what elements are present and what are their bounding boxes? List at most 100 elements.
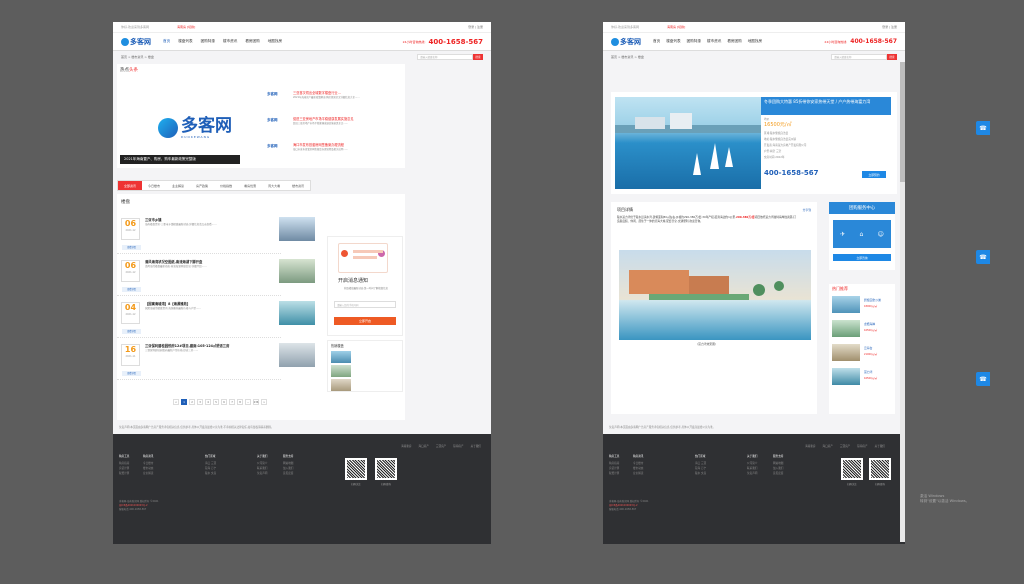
headset-icon[interactable]: ☎ [976, 121, 990, 135]
footer-link[interactable]: 关于我们 [875, 444, 885, 448]
footer-link[interactable]: 海口房产 [823, 444, 833, 448]
page-button[interactable]: 5 [213, 399, 219, 405]
tab-price[interactable]: 价格指数 [214, 181, 238, 190]
news-title[interactable]: 三亚保利碧桂园悦府12#项目,建面:105-124㎡舒适三房 [145, 343, 229, 348]
details-button[interactable]: 查看详情 [122, 329, 141, 334]
nav-item-list[interactable]: 楼盘列表 [178, 39, 192, 44]
list-item[interactable] [331, 365, 351, 377]
consult-button[interactable]: 立即咨询 [833, 254, 891, 261]
footer-link[interactable]: 海南新房 [805, 444, 815, 448]
page-button[interactable]: 8 [237, 399, 243, 405]
nav-item-news[interactable]: 楼市资讯 [223, 39, 237, 44]
news-thumbnail[interactable] [279, 259, 315, 283]
page-prev[interactable]: < [173, 399, 179, 405]
details-button[interactable]: 查看详情 [122, 245, 141, 250]
footer-link[interactable]: 琼海房产 [857, 444, 867, 448]
footer-link[interactable]: 海口房产 [419, 444, 429, 448]
list-item[interactable]: 云海台 21000元/㎡ [832, 344, 896, 362]
news-title[interactable]: 三亚市乡镇 [145, 217, 161, 222]
footer-link[interactable]: 海南新房 [401, 444, 411, 448]
list-item[interactable]: 富力湾 16500元/㎡ [832, 368, 896, 386]
tab-market[interactable]: 楼市资讯 [286, 181, 310, 190]
page-button[interactable]: 7 [229, 399, 235, 405]
nav-item-group[interactable]: 团购特惠 [201, 39, 215, 44]
search-input[interactable]: 请输入楼盘名称 [417, 53, 473, 60]
footer-link[interactable]: 三亚房产 [840, 444, 850, 448]
headset-icon[interactable]: ☎ [976, 372, 990, 386]
page-button[interactable]: 1 [181, 399, 187, 405]
login-link[interactable]: 登录 | 注册 [468, 25, 483, 29]
hot-list-title: 热销楼盘 [331, 344, 344, 348]
site-logo[interactable]: 多客网 [121, 37, 151, 47]
nav-item-tour[interactable]: 看房团购 [245, 39, 259, 44]
search-button[interactable]: 搜索 [887, 53, 897, 60]
nav-item-home[interactable]: 首页 [163, 39, 170, 44]
site-logo[interactable]: 多客网 [611, 37, 641, 47]
details-button[interactable]: 查看详情 [122, 287, 141, 292]
news-title[interactable]: 【国寓海城湾】8【海源雅苑】 [145, 301, 190, 306]
notify-button[interactable]: 立即开启 [334, 317, 396, 325]
headset-icon[interactable]: ☎ [976, 250, 990, 264]
tab-discount[interactable]: 看房优惠 [238, 181, 262, 190]
tab-policy[interactable]: 房产政策 [190, 181, 214, 190]
page-button[interactable]: 2 [189, 399, 195, 405]
footer-link[interactable]: 琼海房产 [453, 444, 463, 448]
search-button[interactable]: 搜索 [473, 53, 483, 60]
footer-link[interactable]: 三亚房产 [436, 444, 446, 448]
share-button[interactable]: 分享到 [803, 208, 811, 212]
login-link[interactable]: 登录 | 注册 [882, 25, 897, 29]
page-button[interactable]: 236 [253, 399, 259, 405]
hot-item[interactable]: 多客网 三亚首次闯出全城数字楼盘行业… 2021年海南房产最新政策解读,购房须知… [267, 88, 391, 114]
nav-item-tour[interactable]: 看房团购 [727, 39, 741, 44]
news-tabs: 全部资讯 今日楼市 业主解读 房产政策 价格指数 看房优惠 周大大看 楼市资讯 [117, 180, 312, 191]
promo-info: 冬季团购大特惠 85折带你安家热带天堂 / 户户热带海富力湾 均价 16500元… [761, 97, 891, 189]
nav-item-map[interactable]: 地图找房 [268, 39, 282, 44]
nav-item-news[interactable]: 楼市资讯 [707, 39, 721, 44]
resort-photo[interactable] [619, 250, 811, 340]
appointment-button[interactable]: 立即预约 [862, 171, 886, 178]
nav-item-map[interactable]: 地图找房 [748, 39, 762, 44]
news-thumbnail[interactable] [279, 301, 315, 325]
news-thumbnail[interactable] [279, 217, 315, 241]
list-item[interactable] [331, 379, 351, 391]
tab-weekly[interactable]: 周大大看 [262, 181, 286, 190]
banner-caption[interactable]: 2021年海南置产、购房、购车最新政策完整版 [120, 155, 240, 164]
list-item[interactable]: 碧桂园金沙滩 18000元/㎡ [832, 296, 896, 314]
list-item[interactable]: 04 2021-12 查看详情 【国寓海城湾】8【海源雅苑】 国寓海城湾楼盘资讯:海… [117, 298, 315, 338]
promo-price: 16500元/㎡ [764, 122, 792, 128]
nav-item-home[interactable]: 首页 [653, 39, 660, 44]
tab-all[interactable]: 全部资讯 [118, 181, 143, 190]
city-switch[interactable]: 海南房 [切换] [667, 25, 685, 29]
promo-detail: 区域:陵水黎族自治县 [764, 132, 789, 135]
news-date: 04 2021-12 查看详情 [121, 302, 141, 334]
news-thumbnail[interactable] [279, 343, 315, 367]
nav-item-list[interactable]: 楼盘列表 [666, 39, 680, 44]
footer-links: 海南新房 海口房产 三亚房产 琼海房产 关于我们 [805, 444, 885, 448]
footer-col: 热门区域 海口 三亚 琼海 万宁 陵水 文昌 [695, 455, 707, 475]
page-button[interactable]: 4 [205, 399, 211, 405]
phone-input[interactable]: 请输入您的手机号码 [334, 301, 396, 308]
tab-today[interactable]: 今日楼市 [142, 181, 166, 190]
list-item[interactable]: 16 2021-11 查看详情 三亚保利碧桂园悦府12#项目,建面:105-124㎡… [117, 340, 315, 380]
hot-item[interactable]: 多客网 海口市发布首套房网签备案办理流程 海口市发布首套房网签备案办理流程及相关… [267, 140, 391, 166]
page-button[interactable]: 6 [221, 399, 227, 405]
search-input[interactable]: 请输入楼盘名称 [831, 53, 887, 60]
page-button[interactable]: 3 [197, 399, 203, 405]
tab-owner[interactable]: 业主解读 [166, 181, 190, 190]
page-next[interactable]: > [261, 399, 267, 405]
list-item[interactable]: 06 2021-12 查看详情 三亚市乡镇 海南楼盘资讯:三亚市乡镇楼盘最新动态,详… [117, 214, 315, 254]
details-button[interactable]: 查看详情 [122, 371, 141, 376]
news-title[interactable]: 清风海湾状况空图纸,南流海湖下脚开盘 [145, 259, 202, 264]
city-switch[interactable]: 海南房 [切换] [177, 25, 195, 29]
promo-panel: 冬季团购大特惠 85折带你安家热带天堂 / 户户热带海富力湾 均价 16500元… [611, 92, 897, 194]
list-item[interactable]: 龙栖海岸 16500元/㎡ [832, 320, 896, 338]
footer-link[interactable]: 关于我们 [471, 444, 481, 448]
banner-logo: 多客网 DUOKEWANG [158, 117, 232, 139]
list-item[interactable] [331, 351, 351, 363]
list-item[interactable]: 06 2021-12 查看详情 清风海湾状况空图纸,南流海湖下脚开盘 清风海湾楼盘最… [117, 256, 315, 296]
header: 多客网 首页 楼盘列表 团购特惠 楼市资讯 看房团购 地图找房 24小时咨询热线… [603, 33, 905, 51]
promo-photo[interactable] [615, 97, 773, 189]
hot-item[interactable]: 多客网 促进三亚房地产市场平稳健康发展实施意见 促进三亚房地产市场平稳健康发展实… [267, 114, 391, 140]
nav-item-group[interactable]: 团购特惠 [687, 39, 701, 44]
scrollbar-thumb[interactable] [900, 62, 905, 182]
